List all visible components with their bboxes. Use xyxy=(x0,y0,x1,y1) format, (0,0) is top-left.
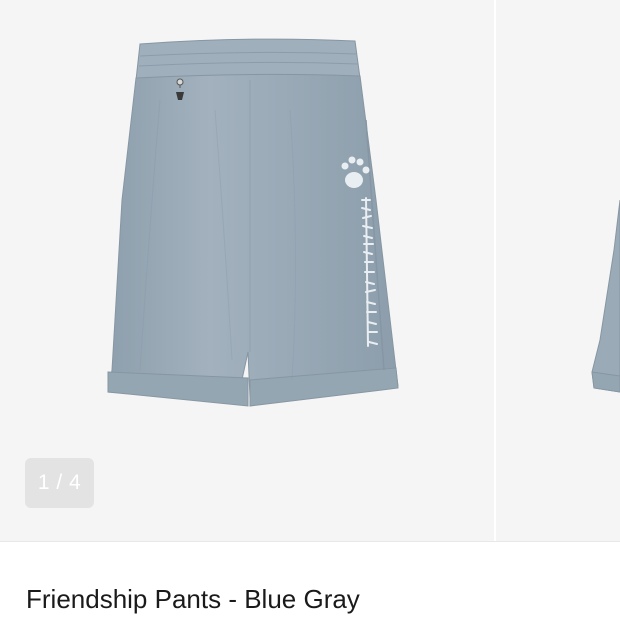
section-divider xyxy=(0,541,620,542)
product-photo-shorts-next xyxy=(591,199,620,393)
image-counter-badge: 1 / 4 xyxy=(25,458,94,508)
product-image-slide-2[interactable] xyxy=(496,0,620,541)
product-image-carousel[interactable]: 1 / 4 xyxy=(0,0,620,541)
product-title: Friendship Pants - Blue Gray xyxy=(26,584,360,614)
